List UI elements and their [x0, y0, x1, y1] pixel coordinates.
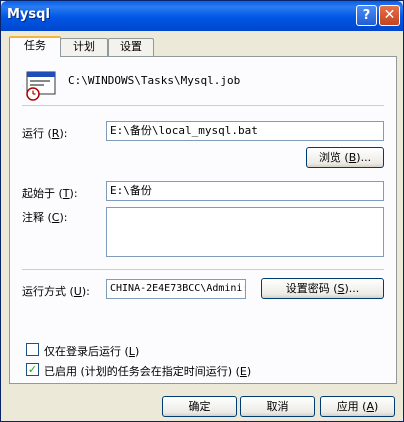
run-label: 运行 (R):	[22, 127, 68, 140]
close-button[interactable]: ✕	[379, 5, 400, 26]
comment-input[interactable]	[106, 207, 384, 257]
run-only-logged-on-checkbox[interactable]	[26, 343, 39, 356]
start-in-label: 起始于 (T):	[22, 187, 78, 200]
task-file-path: C:\WINDOWS\Tasks\Mysql.job	[68, 74, 241, 87]
tab-task[interactable]: 任务	[9, 36, 61, 57]
title-bar[interactable]: Mysql ? ✕	[1, 1, 403, 31]
browse-button[interactable]: 浏览 (B)...	[306, 147, 384, 168]
ok-button[interactable]: 确定	[162, 396, 237, 417]
tab-settings[interactable]: 设置	[108, 38, 154, 56]
window-title: Mysql	[7, 7, 50, 22]
tab-schedule[interactable]: 计划	[60, 38, 108, 56]
help-icon: ?	[362, 8, 371, 23]
run-as-label: 运行方式 (U):	[22, 285, 90, 298]
cancel-button[interactable]: 取消	[240, 396, 315, 417]
help-button[interactable]: ?	[356, 5, 377, 26]
tab-task-label: 任务	[24, 39, 46, 52]
run-as-input[interactable]: CHINA-2E4E73BCC\Admini:	[106, 279, 246, 299]
enabled-label: 已启用 (计划的任务会在指定时间运行) (E)	[44, 365, 252, 378]
task-properties-window: Mysql ? ✕ 任务 计划 设置 C:\WINDOWS\Tasks\Mysq…	[0, 0, 404, 422]
start-in-input[interactable]: E:\备份	[106, 181, 384, 201]
separator-middle	[22, 269, 384, 270]
scheduled-task-icon	[26, 71, 56, 101]
run-only-logged-on-label: 仅在登录后运行 (L)	[44, 345, 140, 358]
close-icon: ✕	[383, 7, 396, 23]
apply-button[interactable]: 应用 (A)	[320, 396, 395, 417]
set-password-button[interactable]: 设置密码 (S)...	[261, 278, 384, 299]
separator-top	[22, 105, 384, 106]
comment-label: 注释 (C):	[22, 211, 68, 224]
task-panel: C:\WINDOWS\Tasks\Mysql.job 运行 (R): E:\备份…	[9, 56, 397, 384]
tab-settings-label: 设置	[120, 40, 142, 53]
run-input[interactable]: E:\备份\local_mysql.bat	[106, 121, 384, 141]
checkmark-icon: ✓	[27, 363, 38, 376]
enabled-checkbox[interactable]: ✓	[26, 363, 39, 376]
tab-schedule-label: 计划	[73, 40, 95, 53]
